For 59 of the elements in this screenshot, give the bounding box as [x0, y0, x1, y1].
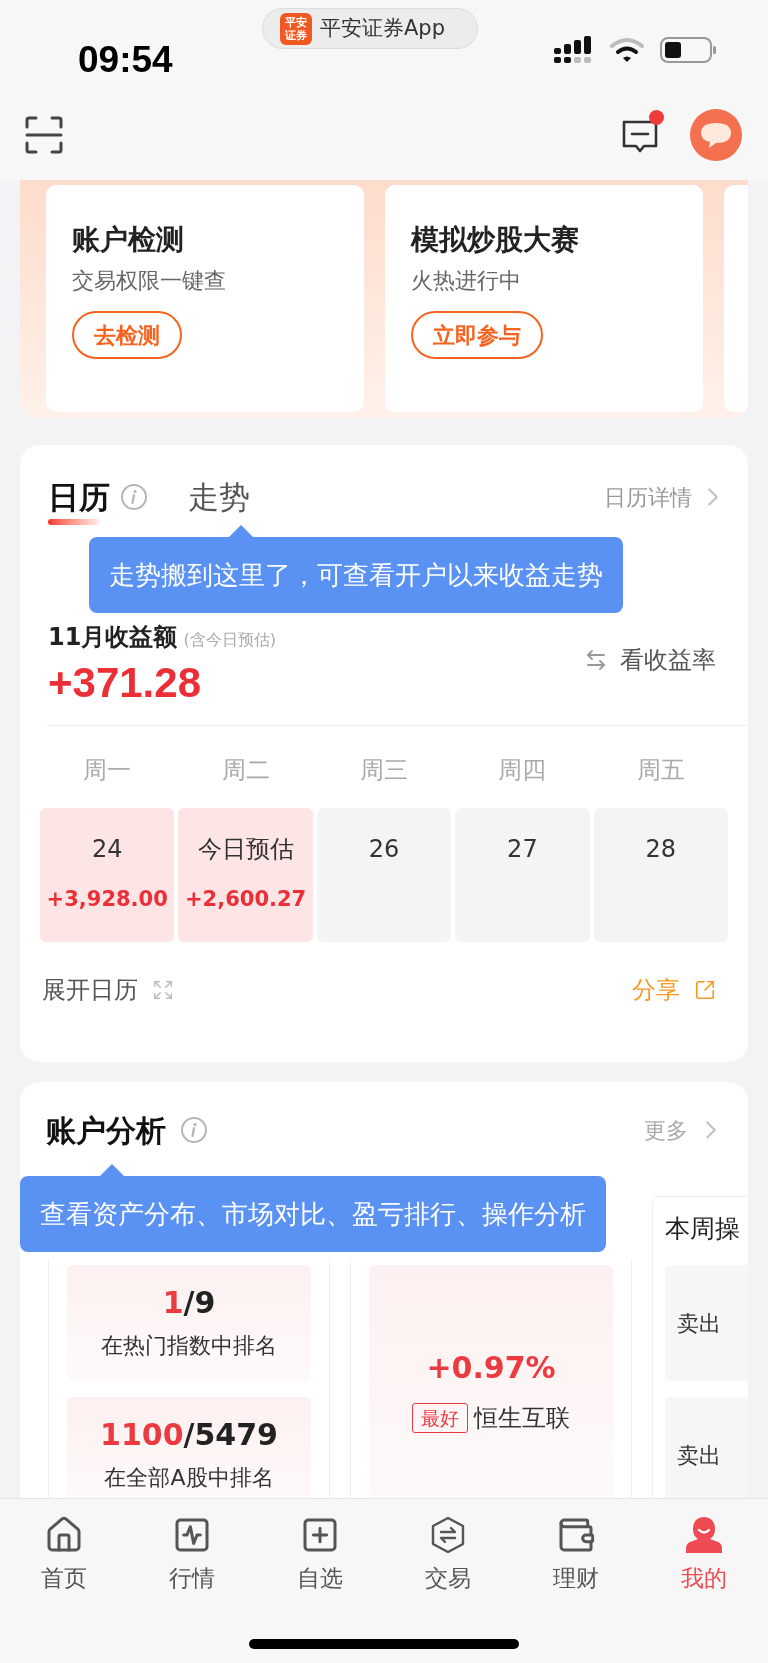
app-logo: 平安 证券: [280, 12, 312, 45]
app-name: 平安证券App: [320, 14, 446, 42]
status-time: 09:54: [78, 39, 173, 80]
action-label: 卖出: [677, 1441, 721, 1470]
tooltip-arrow-icon: [100, 1164, 124, 1176]
best-change: +0.97%: [426, 1348, 556, 1387]
weekday-label: 周四: [497, 755, 548, 786]
panel[interactable]: 1/9 在热门指数中排名 1100/5479 在全部A股中排名: [48, 1259, 330, 1498]
day-cell[interactable]: 今日预估 +2,600.27: [178, 808, 313, 942]
expand-icon: [152, 979, 174, 1001]
day-cell[interactable]: 27: [455, 808, 590, 942]
action-label: 卖出: [677, 1309, 721, 1338]
tooltip-arrow-icon: [229, 525, 253, 537]
promo-card[interactable]: 模拟炒股大赛 火热进行中 立即参与: [385, 185, 703, 412]
rate-toggle[interactable]: 看收益率: [584, 642, 716, 678]
promo-subtitle: 火热进行中: [411, 267, 521, 295]
tooltip: 查看资产分布、市场对比、盈亏排行、操作分析: [20, 1164, 606, 1252]
expand-calendar-button[interactable]: 展开日历: [42, 972, 174, 1008]
info-icon[interactable]: [120, 483, 148, 511]
best-badge: 最好: [412, 1402, 468, 1433]
day-cell[interactable]: 26: [316, 808, 452, 942]
panel-title: 本周操: [665, 1213, 740, 1245]
tooltip: 走势搬到这里了，可查看开户以来收益走势: [89, 525, 623, 613]
share-icon: [694, 979, 716, 1001]
best-name: 恒生互联: [474, 1402, 570, 1434]
rank-box: 1/9 在热门指数中排名: [67, 1265, 311, 1381]
wifi-icon: [610, 37, 644, 63]
month-income-note: (含今日预估): [183, 629, 276, 651]
analysis-title: 账户分析: [46, 1111, 166, 1150]
tab-bar-item[interactable]: 理财: [512, 1515, 640, 1596]
tab-bar-item[interactable]: 行情: [128, 1515, 256, 1596]
calendar-tab[interactable]: 日历: [48, 469, 110, 525]
tab-bar-item[interactable]: 首页: [0, 1515, 128, 1596]
tab-bar-item[interactable]: 交易: [384, 1515, 512, 1596]
day-cell[interactable]: 28: [593, 808, 728, 942]
weekday-label: 周二: [220, 755, 271, 786]
avatar[interactable]: [690, 109, 742, 161]
promo-subtitle: 交易权限一键查: [72, 267, 226, 295]
swap-icon: [584, 648, 608, 672]
scan-icon[interactable]: [25, 116, 63, 154]
rank-box: 1100/5479 在全部A股中排名: [67, 1397, 311, 1498]
app-indicator[interactable]: 平安 证券 平安证券App: [262, 8, 478, 49]
month-income-value: +371.28: [48, 658, 201, 708]
signal-icon: [554, 36, 594, 64]
day-cell[interactable]: 24 +3,928.00: [40, 808, 175, 942]
battery-icon: [660, 37, 716, 63]
promo-title: 账户检测: [72, 223, 184, 257]
weekday-label: 周三: [359, 755, 409, 786]
promo-title: 模拟炒股大赛: [411, 223, 579, 257]
info-icon[interactable]: [180, 1116, 208, 1144]
calendar-tab[interactable]: 走势: [188, 469, 250, 525]
panel[interactable]: 本周操 卖出 卖出: [652, 1196, 748, 1498]
month-income-label: 11月收益额: [48, 622, 178, 653]
promo-card[interactable]: 账户检测 交易权限一键查 去检测: [46, 185, 364, 412]
tab-bar-item[interactable]: 自选: [256, 1515, 384, 1596]
weekday-label: 周五: [635, 755, 686, 786]
user-icon: [684, 1515, 724, 1555]
panel[interactable]: +0.97% 最好 恒生互联: [350, 1259, 632, 1498]
weekday-label: 周一: [82, 755, 133, 786]
